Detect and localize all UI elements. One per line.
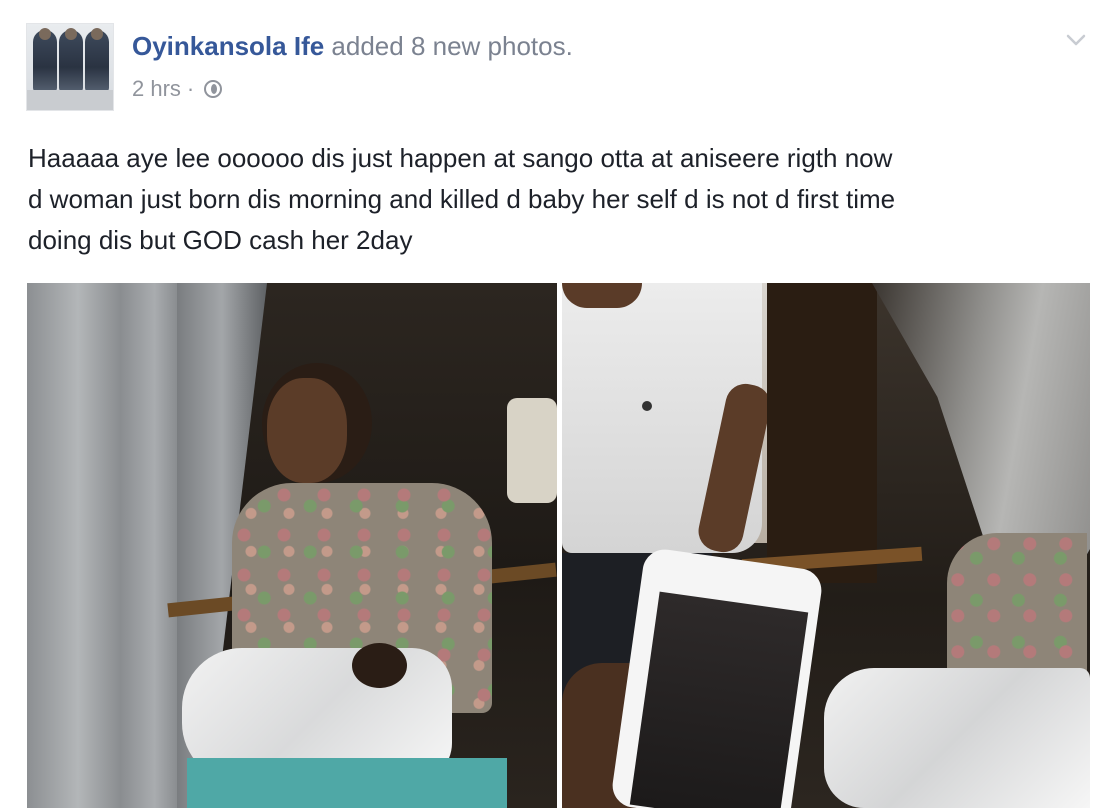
profile-avatar[interactable] xyxy=(26,23,114,111)
post-meta: 2 hrs · xyxy=(132,74,223,104)
post-photo-2[interactable] xyxy=(562,283,1090,808)
meta-separator: · xyxy=(186,76,195,101)
chevron-down-icon[interactable] xyxy=(1062,26,1090,54)
post-header: Oyinkansola Ife added 8 new photos. xyxy=(132,30,573,62)
post-timestamp-link[interactable]: 2 hrs xyxy=(132,74,181,104)
author-name-link[interactable]: Oyinkansola Ife xyxy=(132,31,324,61)
post-body-text: Haaaaa aye lee oooooo dis just happen at… xyxy=(28,143,896,255)
post-photo-1[interactable] xyxy=(27,283,557,808)
post-action-text: added 8 new photos. xyxy=(331,31,573,61)
facebook-post: Oyinkansola Ife added 8 new photos. 2 hr… xyxy=(0,0,1120,808)
globe-icon[interactable] xyxy=(204,80,223,98)
